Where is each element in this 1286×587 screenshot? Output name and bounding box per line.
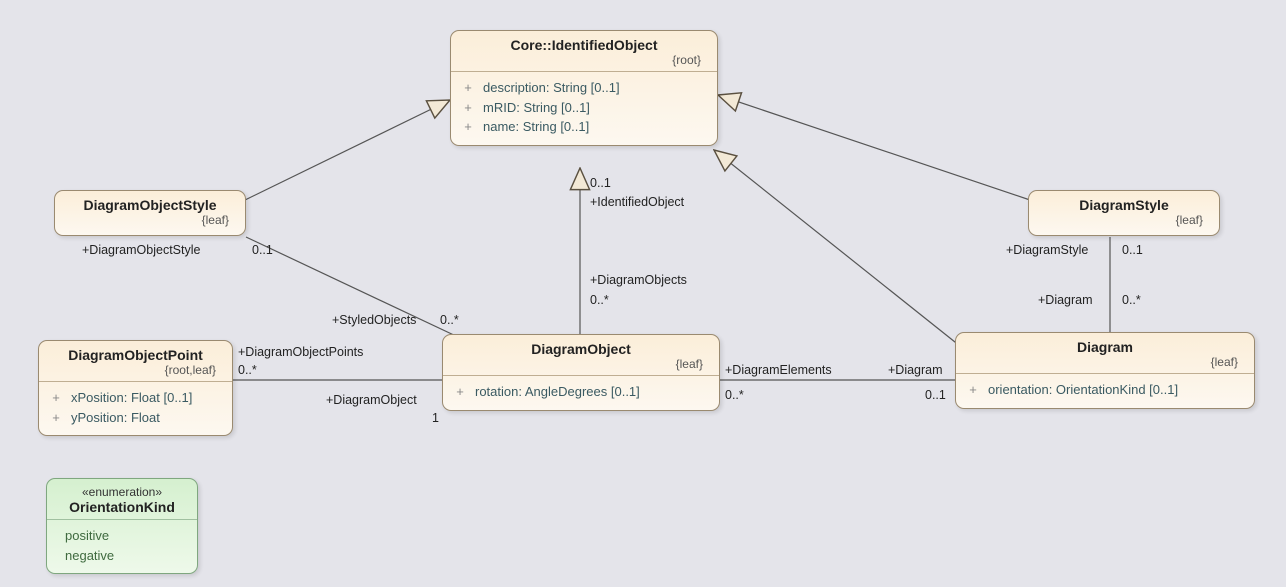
attr-row: + yPosition: Float [51,408,220,428]
class-header: Core::IdentifiedObject {root} [451,31,717,72]
visibility: + [51,388,61,408]
role-diagramobjectstyle: +DiagramObjectStyle [82,243,200,257]
class-body: + rotation: AngleDegrees [0..1] [443,376,719,410]
enum-literal: negative [59,546,185,566]
class-header: DiagramStyle {leaf} [1029,191,1219,231]
visibility: + [968,380,978,400]
mult-diagramelements: 0..* [725,388,744,402]
class-diagram-object-point[interactable]: DiagramObjectPoint {root,leaf} + xPositio… [38,340,233,436]
gen-ds-to-identified [718,95,1030,200]
attr-text: name: String [0..1] [483,117,589,137]
visibility: + [51,408,61,428]
enum-header: «enumeration» OrientationKind [47,479,197,520]
mult-dop-diagramobject: 1 [432,411,439,425]
mult-diagramobjects: 0..* [590,293,609,307]
attr-text: yPosition: Float [71,408,160,428]
gen-diagram-to-identified [714,150,965,350]
class-header: DiagramObjectPoint {root,leaf} [39,341,232,382]
class-header: DiagramObjectStyle {leaf} [55,191,245,231]
assoc-style-to-do [246,237,458,337]
attr-row: + mRID: String [0..1] [463,98,705,118]
mult-ds-diagram: 0..* [1122,293,1141,307]
mult-identifiedobject: 0..1 [590,176,611,190]
class-body: + orientation: OrientationKind [0..1] [956,374,1254,408]
role-diagram: +Diagram [888,363,943,377]
class-title: DiagramObjectStyle [67,197,233,213]
visibility: + [455,382,465,402]
class-tags: {leaf} [67,213,233,227]
class-title: DiagramObjectPoint [51,347,220,363]
class-title: DiagramStyle [1041,197,1207,213]
mult-diagram: 0..1 [925,388,946,402]
role-diagramobjects: +DiagramObjects [590,273,687,287]
class-body: + description: String [0..1] + mRID: Strin… [451,72,717,145]
attr-text: mRID: String [0..1] [483,98,590,118]
enum-literal: positive [59,526,185,546]
visibility: + [463,78,473,98]
class-diagram[interactable]: Diagram {leaf} + orientation: Orientation… [955,332,1255,409]
attr-text: rotation: AngleDegrees [0..1] [475,382,640,402]
class-identified-object[interactable]: Core::IdentifiedObject {root} + descripti… [450,30,718,146]
class-tags: {leaf} [1041,213,1207,227]
class-tags: {leaf} [455,357,707,371]
gen-dos-to-identified [245,100,450,200]
enum-title: OrientationKind [59,499,185,515]
attr-row: + xPosition: Float [0..1] [51,388,220,408]
role-dop-diagramobject: +DiagramObject [326,393,417,407]
enum-body: positive negative [47,520,197,573]
mult-diagramstyle: 0..1 [1122,243,1143,257]
attr-row: + description: String [0..1] [463,78,705,98]
class-header: Diagram {leaf} [956,333,1254,374]
mult-diagramobjectpoints: 0..* [238,363,257,377]
class-body: + xPosition: Float [0..1] + yPosition: Flo… [39,382,232,435]
attr-row: + rotation: AngleDegrees [0..1] [455,382,707,402]
role-diagramobjectpoints: +DiagramObjectPoints [238,345,363,359]
class-header: DiagramObject {leaf} [443,335,719,376]
role-styledobjects: +StyledObjects [332,313,416,327]
visibility: + [463,98,473,118]
attr-text: description: String [0..1] [483,78,620,98]
class-tags: {root,leaf} [51,363,220,377]
attr-row: + name: String [0..1] [463,117,705,137]
class-tags: {root} [463,53,705,67]
role-identifiedobject: +IdentifiedObject [590,195,684,209]
mult-styledobjects: 0..* [440,313,459,327]
class-diagram-object[interactable]: DiagramObject {leaf} + rotation: AngleDeg… [442,334,720,411]
class-diagram-style[interactable]: DiagramStyle {leaf} [1028,190,1220,236]
role-diagramstyle: +DiagramStyle [1006,243,1088,257]
role-diagramelements: +DiagramElements [725,363,832,377]
attr-text: xPosition: Float [0..1] [71,388,192,408]
class-title: Core::IdentifiedObject [463,37,705,53]
class-diagram-object-style[interactable]: DiagramObjectStyle {leaf} [54,190,246,236]
class-tags: {leaf} [968,355,1242,369]
class-title: Diagram [968,339,1242,355]
uml-canvas: Core::IdentifiedObject {root} + descripti… [0,0,1286,587]
enum-orientation-kind[interactable]: «enumeration» OrientationKind positive n… [46,478,198,574]
attr-text: orientation: OrientationKind [0..1] [988,380,1178,400]
class-title: DiagramObject [455,341,707,357]
visibility: + [463,117,473,137]
attr-row: + orientation: OrientationKind [0..1] [968,380,1242,400]
role-ds-diagram: +Diagram [1038,293,1093,307]
enum-stereotype: «enumeration» [59,485,185,499]
mult-diagramobjectstyle: 0..1 [252,243,273,257]
